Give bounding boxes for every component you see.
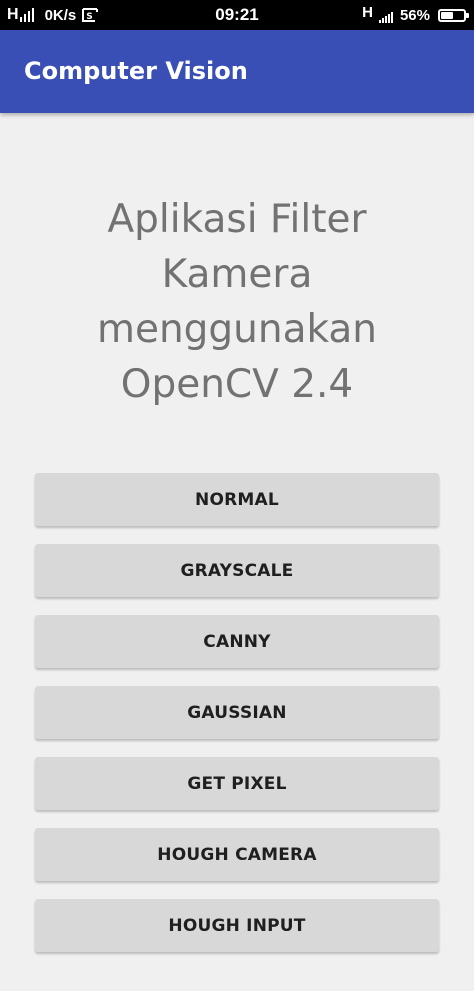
grayscale-button[interactable]: GRAYSCALE	[35, 544, 439, 597]
canny-button-label: CANNY	[203, 631, 271, 652]
battery-percent: 56%	[399, 6, 430, 24]
hough-camera-button[interactable]: HOUGH CAMERA	[35, 828, 439, 881]
get-pixel-button[interactable]: GET PIXEL	[35, 757, 439, 810]
battery-fill	[441, 11, 453, 19]
canny-button[interactable]: CANNY	[35, 615, 439, 668]
hough-input-button-label: HOUGH INPUT	[168, 915, 306, 936]
app-bar: Computer Vision	[0, 30, 474, 113]
gaussian-button[interactable]: GAUSSIAN	[35, 686, 439, 739]
normal-button[interactable]: NORMAL	[35, 473, 439, 526]
page-headline: Aplikasi Filter Kamera menggunakan OpenC…	[96, 197, 378, 407]
get-pixel-button-label: GET PIXEL	[187, 773, 287, 794]
network-type-right: H	[362, 3, 373, 21]
hough-camera-button-label: HOUGH CAMERA	[157, 844, 317, 865]
signal-mini-icon	[378, 11, 394, 23]
status-bar-right: H 56%	[362, 3, 469, 25]
status-bar: H 0K/s S 09:21 H 56%	[0, 0, 474, 30]
filter-button-list: NORMAL GRAYSCALE CANNY GAUSSIAN GET PIXE…	[35, 473, 439, 970]
app-title: Computer Vision	[24, 57, 248, 85]
grayscale-button-label: GRAYSCALE	[180, 560, 294, 581]
battery-icon	[438, 8, 469, 22]
gaussian-button-label: GAUSSIAN	[187, 702, 287, 723]
hough-input-button[interactable]: HOUGH INPUT	[35, 899, 439, 952]
normal-button-label: NORMAL	[195, 489, 279, 510]
